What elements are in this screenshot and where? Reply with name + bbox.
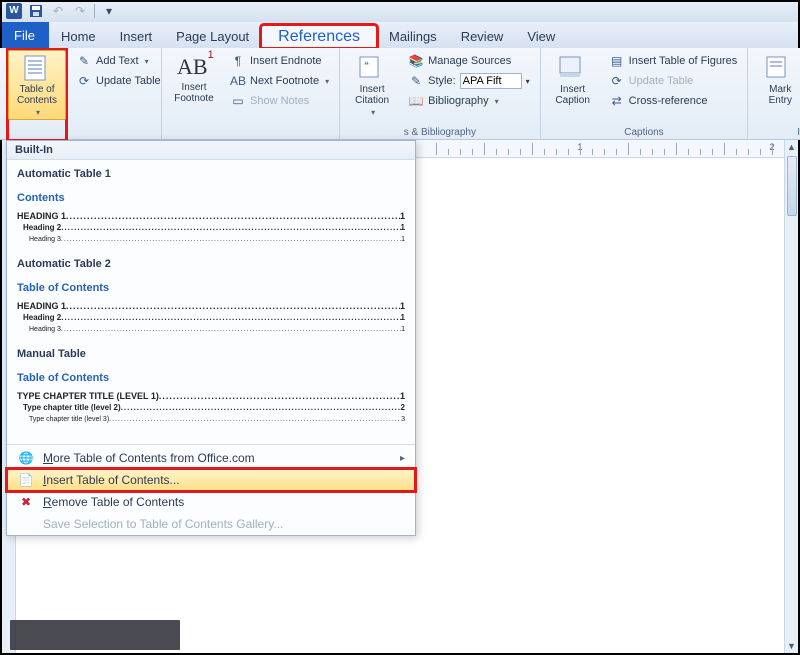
vertical-scrollbar[interactable]: ▲ ▼ — [784, 140, 798, 653]
ribbon: Table ofContents ✎Add Text ⟳Update Table… — [0, 48, 800, 140]
gallery-more-office[interactable]: 🌐MMore Table of Contents from Office.com… — [7, 447, 415, 469]
insert-footnote-button[interactable]: AB1 InsertFootnote — [168, 50, 220, 140]
gallery-item-auto2[interactable]: Automatic Table 2 Table of Contents HEAD… — [17, 254, 405, 336]
group-title-index: Index — [754, 125, 800, 140]
insert-endnote-button[interactable]: ¶Insert Endnote — [226, 52, 333, 70]
group-toc: Table ofContents ✎Add Text ⟳Update Table — [2, 48, 162, 140]
citation-icon: ❝ — [356, 54, 388, 82]
gallery-remove-toc[interactable]: ✖Remove Table of ContentsRemove Table of… — [7, 491, 415, 513]
horizontal-ruler[interactable]: 1 2 — [416, 140, 798, 158]
tof-icon: ▤ — [609, 53, 625, 69]
mark-entry-icon — [764, 54, 796, 82]
next-footnote-button[interactable]: ABNext Footnote — [226, 72, 333, 90]
mark-entry-button[interactable]: MarkEntry — [754, 50, 800, 125]
gallery-save-selection: Save Selection to Table of Contents Gall… — [7, 513, 415, 535]
bibliography-button[interactable]: 📖Bibliography — [404, 92, 534, 110]
cross-reference-button[interactable]: ⇄Cross-reference — [605, 92, 742, 110]
ab1-icon: AB1 — [177, 54, 211, 80]
crossref-icon: ⇄ — [609, 93, 625, 109]
toc-page-icon — [21, 54, 53, 82]
scroll-up-icon[interactable]: ▲ — [785, 140, 799, 154]
group-captions: InsertCaption ▤Insert Table of Figures ⟳… — [541, 48, 749, 140]
add-text-button[interactable]: ✎Add Text — [72, 52, 165, 70]
toc-gallery: Built-In Automatic Table 1 Contents HEAD… — [6, 140, 416, 536]
group-index: MarkEntry ▤Inser Index — [748, 48, 800, 140]
insert-toc-icon: 📄 — [17, 473, 35, 487]
show-notes-button[interactable]: ▭Show Notes — [226, 92, 333, 110]
group-title-citations: s & Bibliography — [346, 125, 534, 140]
update-icon: ⟳ — [609, 73, 625, 89]
toc-button-wrap: Table ofContents — [8, 50, 66, 140]
group-footnotes: AB1 InsertFootnote ¶Insert Endnote ABNex… — [162, 48, 340, 140]
svg-text:❝: ❝ — [364, 60, 369, 70]
table-of-contents-button[interactable]: Table ofContents — [8, 50, 66, 117]
next-footnote-icon: AB — [230, 73, 246, 89]
style-input[interactable] — [460, 73, 522, 89]
remove-icon: ✖ — [17, 495, 35, 509]
insert-citation-button[interactable]: ❝ InsertCitation — [346, 50, 398, 125]
toc-label-2: Contents — [17, 95, 57, 106]
toc-label-1: Table of — [19, 84, 54, 95]
endnote-icon: ¶ — [230, 53, 246, 69]
insert-caption-button[interactable]: InsertCaption — [547, 50, 599, 125]
update-icon: ⟳ — [76, 73, 92, 89]
caption-icon — [557, 54, 589, 82]
show-notes-icon: ▭ — [230, 93, 246, 109]
gallery-item-auto1[interactable]: Automatic Table 1 Contents HEADING 1....… — [17, 164, 405, 246]
add-text-icon: ✎ — [76, 53, 92, 69]
scroll-down-icon[interactable]: ▼ — [785, 639, 799, 653]
page-edge-shadow — [10, 620, 180, 650]
manage-sources-icon: 📚 — [408, 53, 424, 69]
gallery-item-manual[interactable]: Manual Table Table of Contents TYPE CHAP… — [17, 344, 405, 426]
update-table-button[interactable]: ⟳Update Table — [72, 72, 165, 90]
style-selector[interactable]: ✎Style: ▾ — [404, 72, 534, 90]
bibliography-icon: 📖 — [408, 93, 424, 109]
style-icon: ✎ — [408, 73, 424, 89]
captions-update-table-button[interactable]: ⟳Update Table — [605, 72, 742, 90]
insert-tof-button[interactable]: ▤Insert Table of Figures — [605, 52, 742, 70]
group-citations: ❝ InsertCitation 📚Manage Sources ✎Style:… — [340, 48, 541, 140]
scroll-thumb[interactable] — [787, 156, 797, 216]
gallery-header-builtin: Built-In — [7, 141, 415, 160]
document-stage: 1 2 — [416, 140, 798, 653]
group-title-captions: Captions — [547, 125, 742, 140]
gallery-insert-toc[interactable]: 📄Insert Table of Contents...Insert Table… — [7, 469, 415, 491]
manage-sources-button[interactable]: 📚Manage Sources — [404, 52, 534, 70]
office-icon: 🌐 — [17, 451, 35, 465]
